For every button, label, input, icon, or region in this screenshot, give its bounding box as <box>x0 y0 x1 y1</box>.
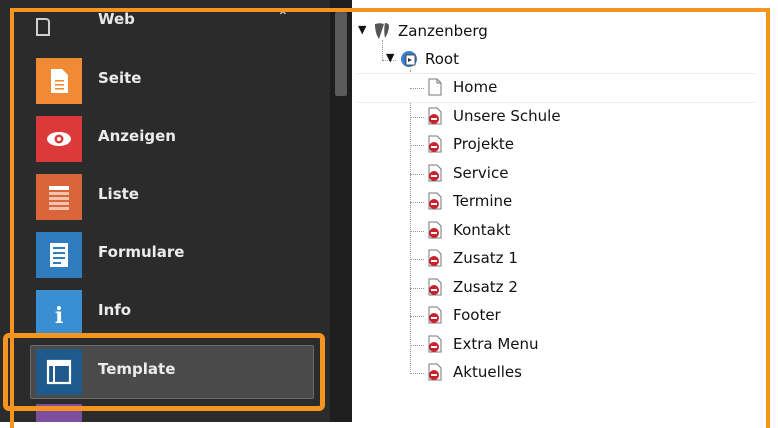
tree-connector <box>410 259 424 260</box>
tree-row-page[interactable]: Footer <box>352 301 778 330</box>
list-icon <box>36 174 82 220</box>
page-label[interactable]: Kontakt <box>453 221 510 239</box>
scrollbar-thumb[interactable] <box>335 12 347 96</box>
typo3-logo-icon <box>375 23 389 39</box>
hidden-page-icon <box>428 363 442 381</box>
group-label: Web <box>98 10 135 28</box>
module-label: Formulare <box>98 243 185 261</box>
module-item-seite[interactable]: Seite <box>0 52 330 110</box>
tree-row-page[interactable]: Extra Menu <box>352 330 778 359</box>
form-icon <box>36 232 82 278</box>
page-label[interactable]: Projekte <box>453 135 514 153</box>
tree-connector <box>410 88 424 89</box>
globe-root-icon <box>401 51 417 67</box>
module-item-liste[interactable]: Liste <box>0 168 330 226</box>
hidden-page-icon <box>428 164 442 182</box>
tree-connector <box>410 316 424 317</box>
page-label[interactable]: Extra Menu <box>453 335 539 353</box>
tree-row-root[interactable]: ▼ Root <box>352 45 778 74</box>
tree-connector <box>410 202 424 203</box>
tree-connector <box>410 345 424 346</box>
page-label[interactable]: Aktuelles <box>453 363 522 381</box>
tree-connector <box>410 288 424 289</box>
hidden-page-icon <box>428 249 442 267</box>
menu-scrollbar[interactable] <box>330 0 352 422</box>
info-icon: i <box>36 290 82 336</box>
page-label[interactable]: Unsere Schule <box>453 107 561 125</box>
tree-row-site[interactable]: ▼ Zanzenberg <box>352 17 778 46</box>
tree-row-page[interactable]: Termine <box>352 187 778 216</box>
page-label[interactable]: Zusatz 1 <box>453 249 518 267</box>
tree-connector <box>410 174 424 175</box>
page-tree: ▼ Zanzenberg ▼ Root Home Unsere Schule P… <box>352 0 778 422</box>
hidden-page-icon <box>428 278 442 296</box>
template-highlight-frame <box>3 333 325 411</box>
tree-connector <box>410 373 424 374</box>
root-label[interactable]: Root <box>425 50 459 68</box>
page-label[interactable]: Home <box>453 78 497 96</box>
tree-row-page[interactable]: Projekte <box>352 130 778 159</box>
tree-connector <box>410 117 424 118</box>
hidden-page-icon <box>428 335 442 353</box>
tree-row-page[interactable]: Service <box>352 159 778 188</box>
chevron-up-icon[interactable]: ⌃ <box>277 9 289 25</box>
page-icon <box>428 78 442 96</box>
tree-row-page[interactable]: Kontakt <box>352 216 778 245</box>
collapse-toggle-icon[interactable]: ▼ <box>358 23 366 36</box>
tree-row-page[interactable]: Zusatz 2 <box>352 273 778 302</box>
svg-text:i: i <box>55 303 63 329</box>
tree-connector <box>410 231 424 232</box>
module-label: Info <box>98 301 132 319</box>
web-page-icon <box>36 18 50 36</box>
tree-row-page[interactable]: Unsere Schule <box>352 102 778 131</box>
module-item-formulare[interactable]: Formulare <box>0 226 330 284</box>
hidden-page-icon <box>428 107 442 125</box>
collapse-toggle-icon[interactable]: ▼ <box>386 51 394 64</box>
hidden-page-icon <box>428 135 442 153</box>
eye-icon <box>36 116 82 162</box>
hidden-page-icon <box>428 221 442 239</box>
hidden-page-icon <box>428 192 442 210</box>
module-label: Seite <box>98 69 142 87</box>
tree-row-page[interactable]: Aktuelles <box>352 358 778 387</box>
page-label[interactable]: Footer <box>453 306 501 324</box>
page-label[interactable]: Zusatz 2 <box>453 278 518 296</box>
web-group-header[interactable]: Web ⌃ <box>20 0 310 46</box>
hidden-page-icon <box>428 306 442 324</box>
page-icon <box>36 58 82 104</box>
page-label[interactable]: Termine <box>453 192 512 210</box>
module-label: Liste <box>98 185 139 203</box>
module-label: Anzeigen <box>98 127 176 145</box>
site-name[interactable]: Zanzenberg <box>398 22 488 40</box>
module-item-anzeigen[interactable]: Anzeigen <box>0 110 330 168</box>
page-label[interactable]: Service <box>453 164 508 182</box>
tree-row-page[interactable]: Zusatz 1 <box>352 244 778 273</box>
tree-row-page[interactable]: Home <box>352 73 778 102</box>
tree-connector <box>410 145 424 146</box>
